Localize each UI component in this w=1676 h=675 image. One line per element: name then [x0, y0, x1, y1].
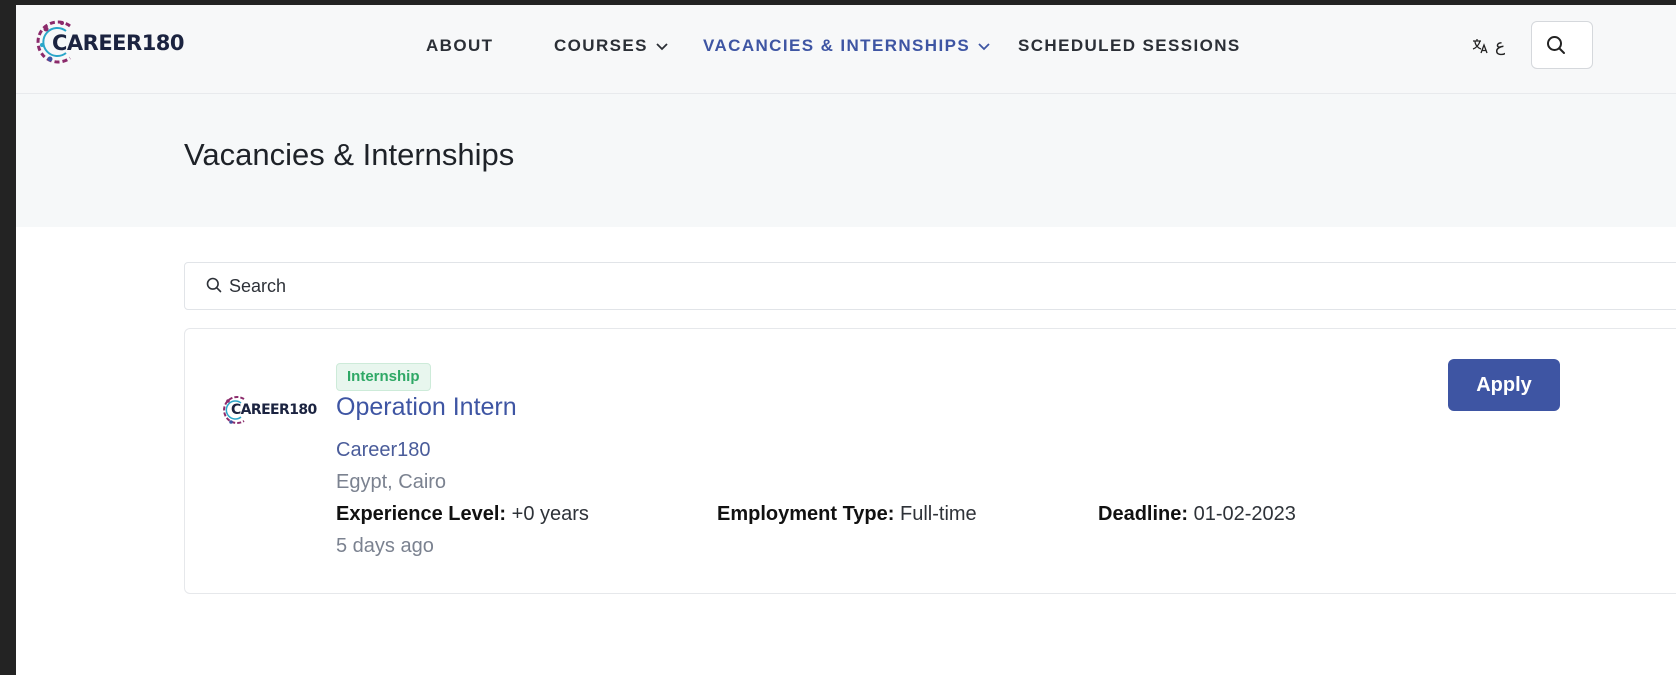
- experience-value: +0 years: [511, 503, 589, 525]
- nav-item-label: COURSES: [554, 36, 648, 55]
- site-header: CAREER180 ABOUT COURSES VACANCIES & INTE…: [16, 5, 1676, 94]
- page: CAREER180 ABOUT COURSES VACANCIES & INTE…: [16, 5, 1676, 675]
- company-logo: CAREER180: [221, 393, 317, 429]
- vacancy-search[interactable]: [184, 262, 1676, 310]
- posted-time: 5 days ago: [336, 535, 434, 557]
- search-input[interactable]: [227, 263, 1631, 309]
- nav-item-scheduled-sessions[interactable]: SCHEDULED SESSIONS: [1018, 36, 1241, 56]
- apply-button[interactable]: Apply: [1448, 359, 1560, 411]
- experience-level: Experience Level: +0 years: [336, 503, 589, 526]
- company-logo-text: CAREER180: [231, 402, 317, 418]
- chevron-down-icon: [978, 43, 990, 51]
- search-icon: [1547, 36, 1565, 54]
- logo-text: CAREER180: [52, 31, 185, 55]
- nav-item-label: SCHEDULED SESSIONS: [1018, 36, 1241, 55]
- job-location: Egypt, Cairo: [336, 471, 447, 493]
- page-title: Vacancies & Internships: [184, 137, 515, 172]
- nav-item-label: ABOUT: [426, 36, 494, 55]
- nav-item-label: VACANCIES & INTERNSHIPS: [703, 36, 971, 55]
- experience-label: Experience Level:: [336, 503, 507, 525]
- job-listing-card: CAREER180 Internship Operation Intern Ca…: [184, 328, 1676, 594]
- nav-item-vacancies[interactable]: VACANCIES & INTERNSHIPS: [703, 36, 990, 56]
- language-label: ع: [1495, 36, 1506, 55]
- deadline: Deadline: 01-02-2023: [1098, 503, 1296, 526]
- deadline-value: 01-02-2023: [1193, 503, 1296, 525]
- employment-type: Employment Type: Full-time: [717, 503, 977, 526]
- company-name: Career180: [336, 439, 431, 461]
- chevron-down-icon: [656, 43, 668, 51]
- search-icon: [206, 277, 222, 293]
- job-title-link[interactable]: Operation Intern: [336, 393, 517, 422]
- translate-icon: [1472, 39, 1488, 54]
- page-title-band: Vacancies & Internships: [16, 94, 1676, 227]
- nav-item-about[interactable]: ABOUT: [426, 36, 493, 56]
- deadline-label: Deadline:: [1098, 503, 1189, 525]
- employment-value: Full-time: [900, 503, 977, 525]
- job-type-badge: Internship: [336, 363, 431, 391]
- header-search-button[interactable]: [1531, 21, 1593, 69]
- site-logo[interactable]: CAREER180: [36, 17, 186, 69]
- employment-label: Employment Type:: [717, 503, 895, 525]
- language-switcher[interactable]: ع: [1471, 31, 1513, 61]
- nav-item-courses[interactable]: COURSES: [554, 36, 668, 56]
